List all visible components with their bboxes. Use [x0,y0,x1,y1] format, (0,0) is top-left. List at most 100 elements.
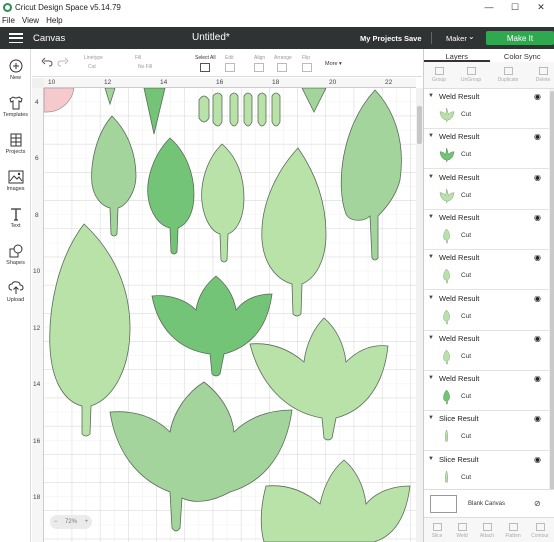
align-button[interactable] [254,63,264,72]
menu-help[interactable]: Help [46,16,62,25]
layer-row[interactable]: ▼ Weld Result ◉ Cut [424,371,549,412]
canvas-color-swatch[interactable] [430,495,457,513]
flatten-label: Flatten [505,533,521,539]
sidebar-item-text[interactable]: Text [0,207,31,229]
sidebar-item-images[interactable]: Images [0,170,31,192]
chevron-down-icon[interactable]: ▼ [428,214,434,220]
close-button[interactable]: ✕ [528,0,554,14]
layer-title: Slice Result [439,454,479,464]
eye-icon[interactable]: ◉ [534,414,541,423]
undo-icon[interactable] [41,57,53,67]
layer-row[interactable]: ▼ Weld Result ◉ Cut [424,89,549,129]
more-button[interactable]: More ▾ [325,61,342,67]
chevron-down-icon[interactable]: ▼ [428,295,434,301]
eye-icon[interactable]: ◉ [534,294,541,303]
eye-hidden-icon[interactable]: ⊘ [534,499,541,508]
layer-row[interactable]: ▼ Weld Result ◉ Cut [424,170,549,210]
linetype-select[interactable]: Cut [88,64,96,70]
leaf-sliver[interactable] [243,92,253,127]
chevron-down-icon[interactable]: ▼ [428,93,434,99]
flip-button[interactable] [302,63,312,72]
slice-label: Slice [431,533,443,539]
save-button[interactable]: Save [404,34,422,43]
fill-select[interactable]: No Fill [138,64,152,70]
layer-row[interactable]: ▼ Slice Result ◉ Cut [424,452,549,492]
layer-row[interactable]: ▼ Weld Result ◉ Cut [424,331,549,371]
layer-row[interactable]: ▼ Weld Result ◉ Cut [424,129,549,170]
hamburger-menu-icon[interactable] [9,33,23,43]
layer-linetype: Cut [461,473,472,481]
chevron-down-icon[interactable]: ▼ [428,174,434,180]
tab-layers[interactable]: Layers [424,49,490,62]
eye-icon[interactable]: ◉ [534,455,541,464]
leaf-sliver[interactable] [198,95,210,123]
sidebar-item-shapes[interactable]: Shapes [0,244,31,266]
eye-icon[interactable]: ◉ [534,334,541,343]
sidebar-item-upload[interactable]: Upload [0,281,31,303]
zoom-in-button[interactable]: + [85,519,89,525]
layer-title: Weld Result [439,293,480,303]
eye-icon[interactable]: ◉ [534,374,541,383]
layers-scrollbar[interactable] [549,89,554,495]
make-it-button[interactable]: Make It [486,31,554,45]
flatten-button[interactable]: Flatten [500,523,526,539]
delete-button[interactable]: Delete [530,67,554,83]
scrollbar-thumb[interactable] [550,91,554,491]
eye-icon[interactable]: ◉ [534,213,541,222]
chevron-down-icon[interactable]: ▼ [428,254,434,260]
layer-row[interactable]: ▼ Weld Result ◉ Cut [424,210,549,250]
sidebar-item-templates[interactable]: Templates [0,96,31,118]
chevron-down-icon[interactable]: ▼ [428,133,434,139]
attach-button[interactable]: Attach [474,523,500,539]
eye-icon[interactable]: ◉ [534,132,541,141]
blank-canvas-row[interactable]: Blank Canvas ⊘ [424,489,554,517]
leaf-sliver[interactable] [271,92,281,127]
duplicate-button[interactable]: Duplicate [495,67,521,83]
select-all-button[interactable] [200,63,210,72]
redo-icon[interactable] [57,57,69,67]
menu-file[interactable]: File [2,16,15,25]
layer-row[interactable]: ▼ Weld Result ◉ Cut [424,291,549,331]
canvas-scrollbar[interactable] [416,88,423,542]
layer-thumbnail [445,470,448,483]
sidebar-item-label: Projects [5,149,26,155]
chevron-down-icon[interactable]: ▼ [428,415,434,421]
slice-button[interactable]: Slice [424,523,450,539]
leaf-sliver[interactable] [212,92,223,127]
edit-button[interactable] [225,63,235,72]
layer-row[interactable]: ▼ Weld Result ◉ Cut [424,250,549,291]
chevron-down-icon[interactable]: ▼ [428,456,434,462]
minimize-button[interactable]: — [476,0,502,14]
delete-icon [538,67,548,75]
weld-button[interactable]: Weld [449,523,475,539]
menu-view[interactable]: View [22,16,39,25]
design-canvas[interactable] [44,88,416,542]
tab-color-sync[interactable]: Color Sync [490,49,554,62]
leaf-sliver[interactable] [229,92,239,127]
layer-title: Weld Result [439,172,480,182]
scrollbar-thumb[interactable] [417,106,422,144]
chevron-down-icon[interactable]: ⌄ [468,32,475,41]
layer-row[interactable]: ▼ Slice Result ◉ Cut [424,411,549,452]
ruler-number: 10 [33,268,41,275]
my-projects-button[interactable]: My Projects [360,34,402,43]
chevron-down-icon[interactable]: ▼ [428,335,434,341]
layer-actions-top: Group UnGroup Duplicate Delete [424,62,554,89]
contour-button[interactable]: Contour [527,523,553,539]
ruler-number: 4 [35,99,39,106]
chevron-down-icon[interactable]: ▼ [428,375,434,381]
sidebar-item-new[interactable]: New [0,59,31,81]
arrange-button[interactable] [277,63,287,72]
zoom-out-button[interactable]: − [54,519,58,525]
ruler-number: 16 [33,438,41,445]
maximize-button[interactable]: ☐ [502,0,528,14]
eye-icon[interactable]: ◉ [534,253,541,262]
sidebar-item-projects[interactable]: Projects [0,133,31,155]
flatten-icon [508,523,518,531]
ungroup-button[interactable]: UnGroup [458,67,484,83]
eye-icon[interactable]: ◉ [534,92,541,101]
group-button[interactable]: Group [426,67,452,83]
leaf-sliver[interactable] [257,92,267,127]
machine-select[interactable]: Maker [446,34,467,43]
eye-icon[interactable]: ◉ [534,173,541,182]
